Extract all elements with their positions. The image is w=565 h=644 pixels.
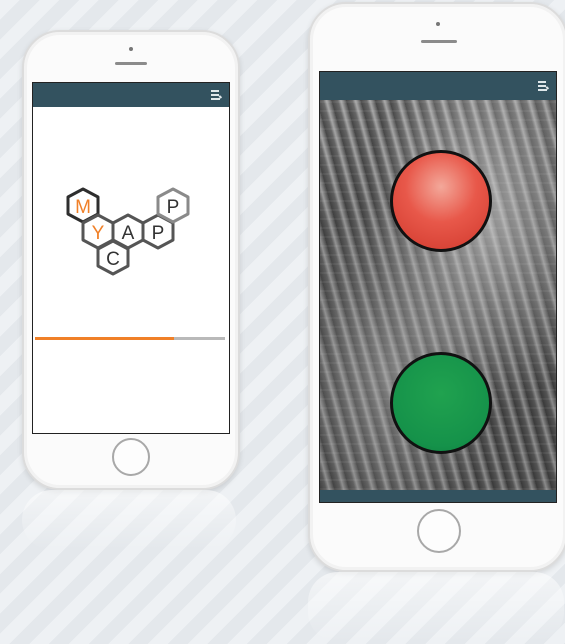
logo-letter-a: A [122, 223, 135, 244]
earpiece-speaker [115, 62, 147, 65]
front-camera [129, 47, 133, 51]
app-header [33, 83, 229, 107]
logo-letter-m: M [75, 197, 91, 218]
logo-letter-y: Y [92, 223, 105, 244]
logo-letter-p2: P [167, 197, 180, 218]
front-camera [436, 22, 440, 26]
red-status-light[interactable] [390, 150, 492, 252]
home-button[interactable] [112, 438, 150, 476]
logo-letter-p1: P [152, 223, 165, 244]
phone-left-reflection [22, 490, 236, 550]
menu-icon[interactable] [211, 89, 223, 101]
signal-screen [319, 71, 557, 503]
phone-right [308, 2, 565, 572]
logo-letter-c: C [106, 249, 120, 270]
phone-right-reflection [308, 572, 564, 642]
loading-progress-fill [35, 337, 174, 340]
app-header [320, 72, 556, 100]
home-button[interactable] [417, 509, 461, 553]
app-footer-bar [320, 490, 556, 502]
app-logo: M Y C A P P [66, 187, 190, 276]
earpiece-speaker [421, 40, 457, 43]
loading-progress-bar [35, 337, 225, 340]
menu-icon[interactable] [538, 80, 550, 92]
phone-left: M Y C A P P [22, 30, 240, 490]
splash-screen: M Y C A P P [32, 82, 230, 434]
green-status-light[interactable] [390, 352, 492, 454]
